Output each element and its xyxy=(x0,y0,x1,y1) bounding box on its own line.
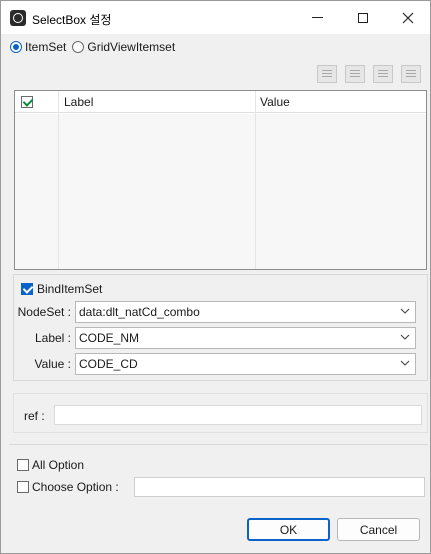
choose-option-label[interactable]: Choose Option : xyxy=(32,480,119,494)
grid-header-checkbox[interactable] xyxy=(21,96,33,108)
nodeset-select[interactable]: data:dlt_natCd_combo xyxy=(75,301,416,323)
nodeset-label: NodeSet : xyxy=(17,305,71,319)
choose-option-checkbox[interactable] xyxy=(17,481,29,493)
nodeset-value: data:dlt_natCd_combo xyxy=(79,305,200,319)
itemset-mode-group: ItemSet GridViewItemset xyxy=(10,39,181,55)
close-button[interactable] xyxy=(385,1,431,34)
chevron-down-icon xyxy=(400,360,410,366)
itemset-radio[interactable] xyxy=(10,41,22,53)
minimize-button[interactable] xyxy=(294,1,340,34)
title-bar: SelectBox 설정 xyxy=(1,1,430,34)
ref-group: ref : xyxy=(13,393,428,433)
ref-label: ref : xyxy=(24,409,45,423)
bind-itemset-label[interactable]: BindItemSet xyxy=(37,282,102,296)
ok-button[interactable]: OK xyxy=(247,518,330,541)
bind-itemset-checkbox-row[interactable]: BindItemSet xyxy=(21,282,102,296)
chevron-down-icon xyxy=(400,334,410,340)
bind-itemset-group: BindItemSet NodeSet : data:dlt_natCd_com… xyxy=(13,274,428,381)
choose-option-input[interactable] xyxy=(134,477,425,497)
app-icon xyxy=(10,10,26,26)
itemset-grid[interactable]: Label Value xyxy=(14,90,427,270)
gridviewitemset-radio[interactable] xyxy=(72,41,85,53)
gridviewitemset-radio-label[interactable]: GridViewItemset xyxy=(87,40,175,54)
ref-input[interactable] xyxy=(54,405,422,425)
close-icon xyxy=(402,12,414,23)
value-select-value: CODE_CD xyxy=(79,357,138,371)
grid-col-value: Value xyxy=(256,91,426,269)
nodeset-row: NodeSet : data:dlt_natCd_combo xyxy=(14,301,416,323)
grid-col-label: Label xyxy=(59,91,256,269)
clear-rows-icon[interactable] xyxy=(401,65,421,83)
choose-option-row[interactable]: Choose Option : xyxy=(17,480,119,494)
cancel-button[interactable]: Cancel xyxy=(337,518,420,541)
label-select-value: CODE_NM xyxy=(79,331,140,345)
grid-header-value[interactable]: Value xyxy=(260,95,290,109)
grid-toolbar xyxy=(317,65,421,83)
minimize-icon xyxy=(311,17,323,18)
add-row-icon[interactable] xyxy=(317,65,337,83)
value-select[interactable]: CODE_CD xyxy=(75,353,416,375)
window-title: SelectBox 설정 xyxy=(32,13,112,27)
dialog-window: SelectBox 설정 ItemSet GridViewItemset Lab… xyxy=(0,0,431,554)
label-select[interactable]: CODE_NM xyxy=(75,327,416,349)
grid-header-label[interactable]: Label xyxy=(64,95,93,109)
grid-col-check xyxy=(15,91,59,269)
all-option-checkbox[interactable] xyxy=(17,459,29,471)
value-row: Value : CODE_CD xyxy=(14,353,416,375)
options-group: All Option Choose Option : xyxy=(9,444,428,503)
all-option-label[interactable]: All Option xyxy=(32,458,84,472)
bind-itemset-checkbox[interactable] xyxy=(21,283,33,295)
value-field-label: Value : xyxy=(34,357,71,371)
label-row: Label : CODE_NM xyxy=(14,327,416,349)
maximize-icon xyxy=(358,12,368,23)
label-field-label: Label : xyxy=(34,331,71,345)
itemset-radio-label[interactable]: ItemSet xyxy=(25,40,66,54)
all-option-row[interactable]: All Option xyxy=(17,458,84,472)
insert-row-icon[interactable] xyxy=(345,65,365,83)
delete-row-icon[interactable] xyxy=(373,65,393,83)
chevron-down-icon xyxy=(400,308,410,314)
maximize-button[interactable] xyxy=(340,1,386,34)
